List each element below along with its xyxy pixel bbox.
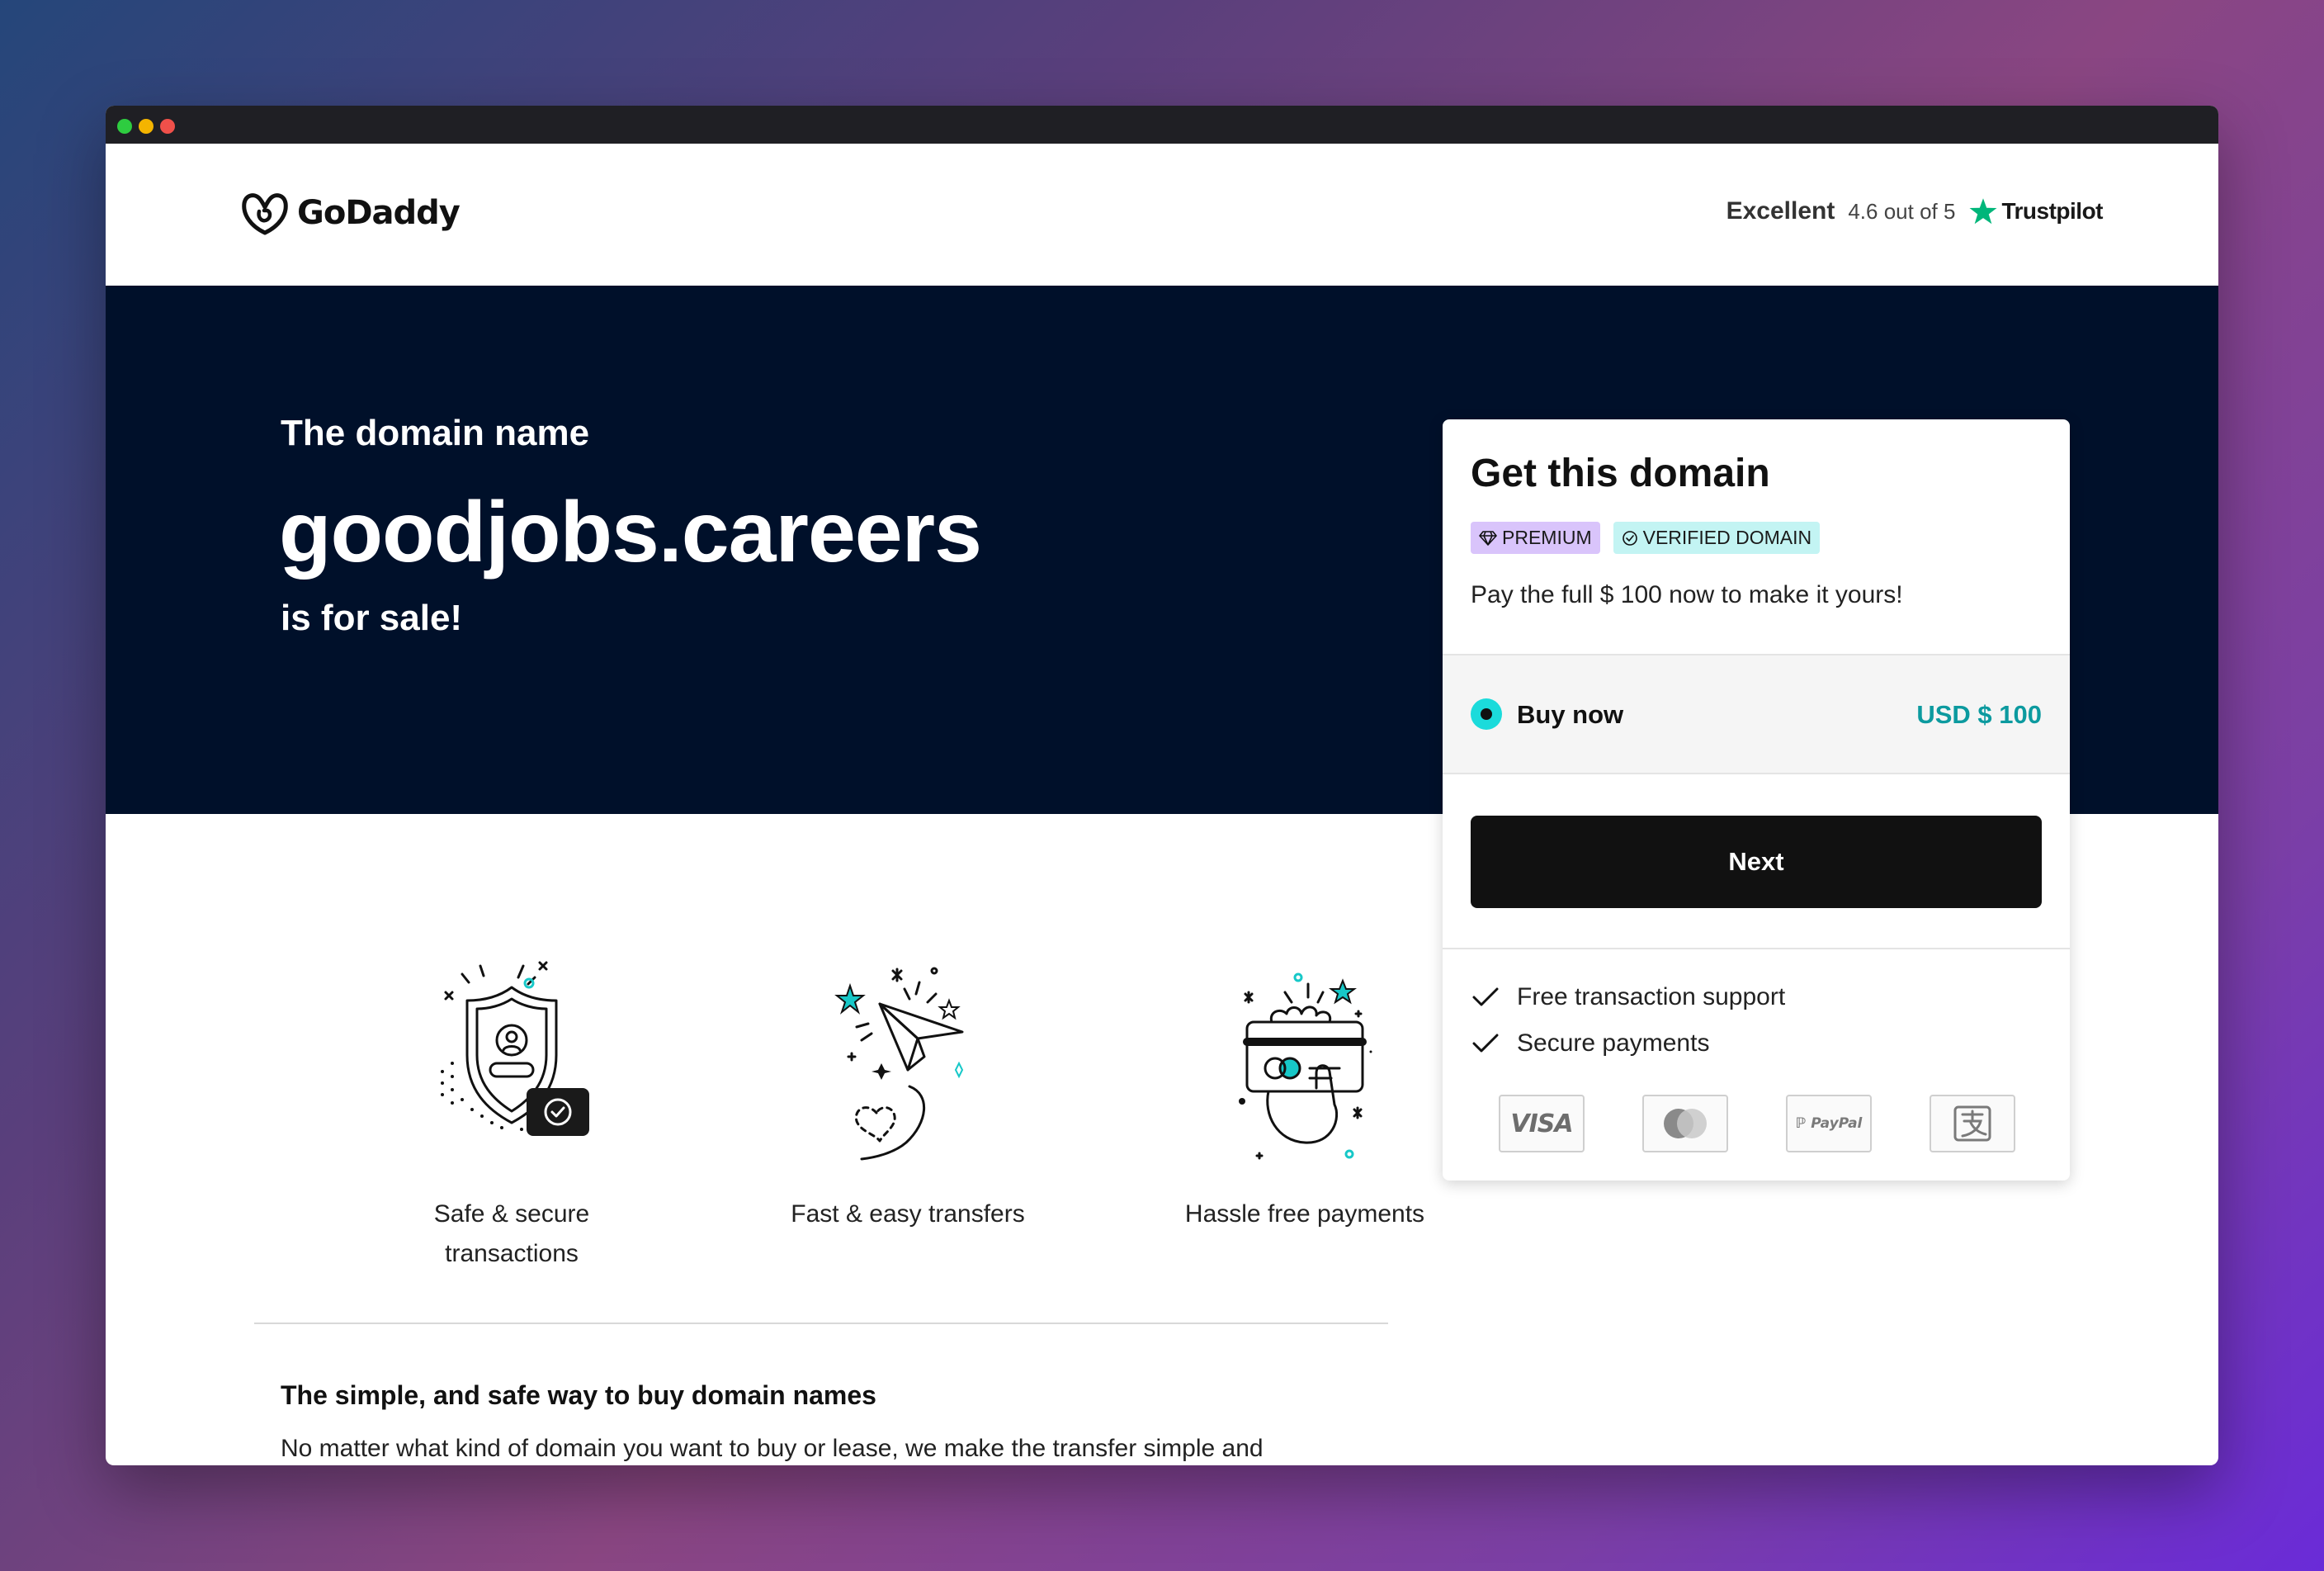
hero-subtitle: is for sale! xyxy=(281,598,463,638)
buy-now-label: Buy now xyxy=(1517,700,1624,729)
feature-hassle-free-payments: Hassle free payments xyxy=(1181,948,1429,1234)
verified-badge-label: VERIFIED DOMAIN xyxy=(1642,527,1812,548)
benefit-item: Free transaction support xyxy=(1471,974,1785,1020)
alipay-icon xyxy=(1930,1095,2015,1152)
benefit-label: Free transaction support xyxy=(1517,983,1786,1010)
trust-score: 4.6 out of 5 xyxy=(1848,198,1956,224)
buy-now-option[interactable]: Buy now USD $ 100 xyxy=(1443,654,2070,774)
paypal-label: ℙ PayPal xyxy=(1795,1115,1863,1132)
godaddy-logo[interactable]: GoDaddy xyxy=(239,190,461,236)
window-titlebar xyxy=(106,106,2218,144)
feature-list: Safe & secure transactions Fast & easy t… xyxy=(106,948,1509,1360)
feature-label-line1: Safe & secure xyxy=(433,1200,590,1228)
mastercard-icon xyxy=(1642,1095,1728,1152)
window-close-button[interactable] xyxy=(160,119,175,134)
trustpilot-text: Trustpilot xyxy=(2001,198,2103,224)
mastercard-logo xyxy=(1664,1109,1707,1138)
alipay-logo xyxy=(1953,1105,1991,1142)
trustpilot-star-icon xyxy=(1969,198,1997,225)
card-title: Get this domain xyxy=(1471,452,1770,495)
feature-label: Hassle free payments xyxy=(1181,1195,1429,1234)
buy-now-radio[interactable] xyxy=(1471,698,1502,730)
trust-label: Excellent xyxy=(1726,197,1835,225)
window-minimize-button[interactable] xyxy=(139,119,154,134)
visa-icon: VISA xyxy=(1499,1095,1585,1152)
info-body: No matter what kind of domain you want t… xyxy=(281,1435,1264,1462)
paper-plane-icon xyxy=(834,967,964,1161)
godaddy-logo-icon xyxy=(242,193,288,235)
paypal-icon: ℙ PayPal xyxy=(1786,1095,1872,1152)
badge-group: PREMIUM VERIFIED DOMAIN xyxy=(1471,522,1821,554)
window-maximize-button[interactable] xyxy=(117,119,132,134)
feature-label-line1: Fast & easy transfers xyxy=(791,1200,1025,1228)
trustpilot-brand: Trustpilot xyxy=(1968,196,2103,226)
card-description: Pay the full $ 100 now to make it yours! xyxy=(1471,581,1903,608)
paypal-text: PayPal xyxy=(1811,1115,1863,1132)
benefit-label: Secure payments xyxy=(1517,1029,1710,1057)
checkmark-icon xyxy=(1472,987,1499,1006)
visa-label: VISA xyxy=(1510,1109,1573,1138)
next-button[interactable]: Next xyxy=(1471,816,2042,908)
premium-badge-label: PREMIUM xyxy=(1502,527,1592,548)
hero-domain-name: goodjobs.careers xyxy=(279,485,982,580)
purchase-card: Get this domain PREMIUM VERIFIED DOMAIN … xyxy=(1443,419,2070,1181)
verified-domain-badge: VERIFIED DOMAIN xyxy=(1613,522,1821,554)
checkmark-icon xyxy=(1472,1034,1499,1053)
feature-fast-transfers: Fast & easy transfers xyxy=(784,948,1032,1234)
shield-check-icon xyxy=(441,961,589,1136)
diamond-icon xyxy=(1479,530,1497,546)
feature-label: Fast & easy transfers xyxy=(784,1195,1032,1234)
feature-label-line2: transactions xyxy=(445,1240,579,1267)
card-divider xyxy=(1443,948,2070,949)
site-header: GoDaddy Excellent 4.6 out of 5 Trustpilo… xyxy=(106,144,2218,286)
feature-safe-secure: Safe & secure transactions xyxy=(388,948,635,1274)
benefit-list: Free transaction support Secure payments xyxy=(1471,974,1785,1067)
feature-label-line1: Hassle free payments xyxy=(1184,1200,1425,1228)
payment-methods: VISA ℙ PayPal xyxy=(1499,1095,2015,1152)
feature-label: Safe & secure transactions xyxy=(388,1195,635,1274)
credit-card-hand-icon xyxy=(1239,972,1372,1160)
premium-badge: PREMIUM xyxy=(1471,522,1600,554)
buy-now-price: USD $ 100 xyxy=(1916,700,2042,729)
section-divider xyxy=(254,1323,1388,1324)
benefit-item: Secure payments xyxy=(1471,1020,1785,1067)
browser-window: GoDaddy Excellent 4.6 out of 5 Trustpilo… xyxy=(106,106,2218,1465)
check-circle-icon xyxy=(1622,530,1637,546)
logo-text: GoDaddy xyxy=(297,194,461,232)
hero-pretitle: The domain name xyxy=(281,413,590,453)
info-title: The simple, and safe way to buy domain n… xyxy=(281,1380,876,1410)
trustpilot-rating[interactable]: Excellent 4.6 out of 5 Trustpilot xyxy=(1726,196,2104,226)
